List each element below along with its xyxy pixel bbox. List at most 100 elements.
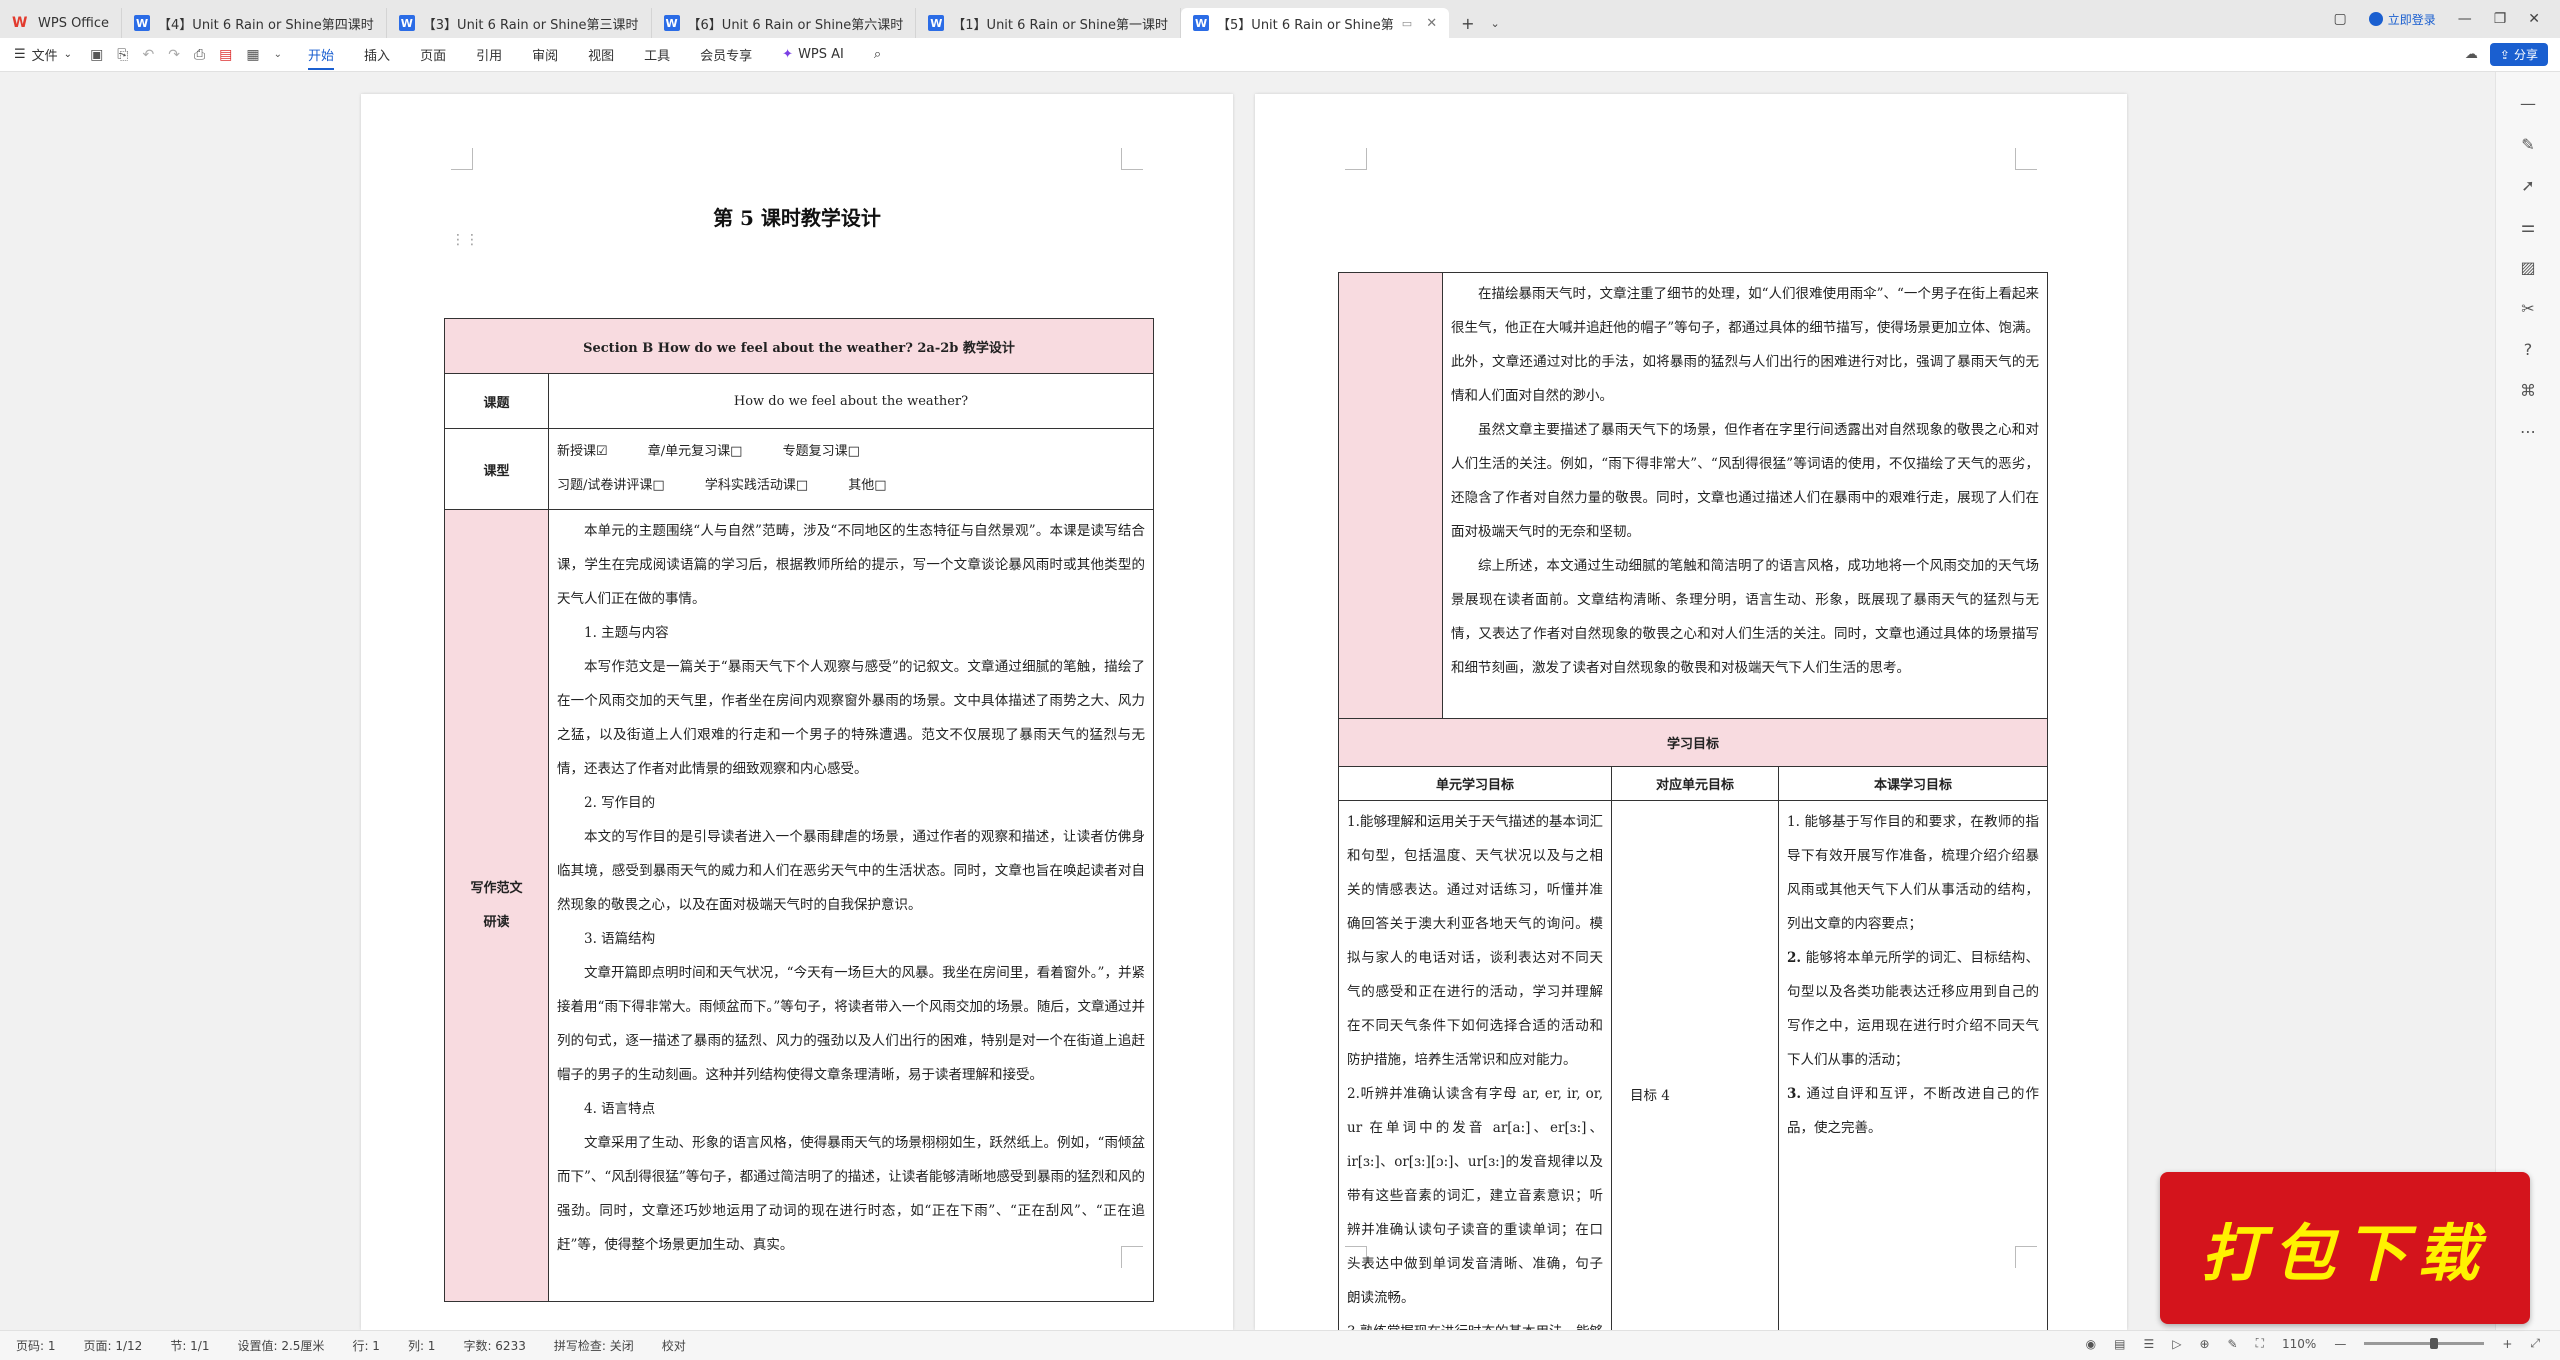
table-drag-handle-icon[interactable]: ⋮⋮ [451, 232, 479, 248]
page-view-icon[interactable]: ▤ [2114, 1337, 2125, 1351]
unit-goal-item: 2.听辨并准确认读含有字母 ar, er, ir, or, ur 在单词中的发音… [1347, 1086, 1603, 1306]
image-tool-icon[interactable]: ▨ [2520, 258, 2535, 277]
analysis-paragraph: 本写作范文是一篇关于“暴雨天气下个人观察与感受”的记叙文。文章通过细腻的笔触，描… [557, 659, 1145, 777]
lesson-goal-item: 1. 能够基于写作目的和要求，在教师的指导下有效开展写作准备，梳理介绍介绍暴风雨… [1787, 805, 2039, 941]
crop-mark [451, 148, 473, 170]
zoom-value[interactable]: 110% [2282, 1337, 2316, 1351]
save-icon[interactable]: ▣ [90, 47, 103, 63]
analysis-paragraph: 文章采用了生动、形象的语言风格，使得暴雨天气的场景栩栩如生，跃然纸上。例如，“雨… [557, 1135, 1145, 1253]
tools-wrench-icon[interactable]: ✂ [2521, 299, 2534, 318]
unit-goal-item: 1.能够理解和运用关于天气描述的基本词汇和句型，包括温度、天气状况以及与之相关的… [1347, 814, 1603, 1068]
adjust-sliders-icon[interactable]: ⚌ [2521, 217, 2535, 236]
pdf-icon[interactable]: ▤ [219, 47, 232, 63]
search-icon[interactable]: ⌕ [874, 47, 881, 62]
download-package-badge[interactable]: 打包下载 [2160, 1172, 2530, 1324]
objectives-header: 学习目标 [1338, 718, 2048, 767]
select-cursor-icon[interactable]: ➚ [2521, 176, 2534, 195]
menu-tools[interactable]: 工具 [644, 45, 670, 64]
more-tools-chevron-icon[interactable]: ⌄ [274, 49, 282, 60]
analysis-label-line: 研读 [483, 914, 510, 930]
wps-ai-button[interactable]: ✦ WPS AI [782, 47, 844, 62]
tab-document-6[interactable]: W 【6】Unit 6 Rain or Shine第六课时 [652, 8, 917, 38]
user-avatar-icon [2368, 12, 2383, 26]
outline-view-icon[interactable]: ☰ [2143, 1337, 2154, 1351]
workspace-icon[interactable]: ▢ [2333, 11, 2346, 27]
analysis-label: 写作范文 研读 [444, 509, 549, 1302]
analysis-body-continued: 在描绘暴雨天气时，文章注重了细节的处理，如“人们很难使用雨伞”、“一个男子在街上… [1442, 272, 2048, 719]
file-label: 文件 [31, 49, 58, 64]
tab-wps-office[interactable]: W WPS Office [0, 8, 123, 38]
zoom-in-icon[interactable]: + [2502, 1337, 2512, 1351]
menu-member[interactable]: 会员专享 [700, 45, 752, 64]
analysis-heading: 4. 语言特点 [584, 1101, 656, 1117]
close-tab-icon[interactable]: ✕ [1426, 16, 1437, 31]
status-words[interactable]: 字数: 6233 [463, 1337, 525, 1354]
eye-protect-icon[interactable]: ◉ [2086, 1337, 2096, 1351]
crop-mark [1121, 148, 1143, 170]
word-doc-icon: W [928, 15, 945, 31]
lesson-goal-text: 能够将本单元所学的词汇、目标结构、句型以及各类功能表达迁移应用到自己的写作之中，… [1787, 950, 2039, 1068]
edit-pen-icon[interactable]: ✎ [2521, 135, 2534, 154]
fit-page-icon[interactable]: ⛶ [2256, 1336, 2264, 1351]
status-page: 页码: 1 [16, 1339, 56, 1353]
menu-review[interactable]: 审阅 [532, 45, 558, 64]
image-icon[interactable]: ▦ [246, 47, 259, 63]
document-page-1[interactable]: ⋮⋮ 第 5 课时教学设计 Section B How do we feel a… [361, 94, 1233, 1330]
tab-list-chevron-icon[interactable]: ⌄ [1491, 17, 1500, 30]
download-badge-label: 打包下载 [2200, 1217, 2489, 1290]
lesson-goal-item: 3. 通过自评和互评，不断改进自己的作品，使之完善。 [1787, 1077, 2039, 1145]
objectives-column-header: 单元学习目标 [1338, 766, 1612, 801]
redo-icon[interactable]: ↷ [168, 47, 180, 63]
new-tab-icon[interactable]: + [1461, 14, 1474, 33]
read-mode-icon[interactable]: ▷ [2172, 1337, 2181, 1351]
tab-document-5-active[interactable]: W 【5】Unit 6 Rain or Shine第 ▭ ✕ [1181, 8, 1450, 38]
export-icon[interactable]: ⎘ [117, 47, 128, 63]
translate-icon[interactable]: ⌘ [2520, 381, 2536, 400]
tab-document-4[interactable]: W 【4】Unit 6 Rain or Shine第四课时 [122, 8, 387, 38]
zoom-slider-knob[interactable] [2430, 1338, 2439, 1349]
write-mode-icon[interactable]: ✎ [2228, 1337, 2238, 1351]
file-menu-button[interactable]: ☰ 文件 ⌄ [14, 45, 72, 64]
more-icon[interactable]: ⋯ [2520, 422, 2536, 441]
close-window-icon[interactable]: ✕ [2528, 11, 2540, 27]
undo-icon[interactable]: ↶ [143, 47, 155, 63]
menu-page[interactable]: 页面 [420, 45, 446, 64]
tab-label: WPS Office [38, 15, 110, 31]
login-button[interactable]: 立即登录 [2368, 11, 2436, 28]
lesson-design-table: Section B How do we feel about the weath… [444, 318, 1154, 1302]
monitor-icon[interactable]: ▭ [1402, 17, 1412, 30]
document-page-2[interactable]: 在描绘暴雨天气时，文章注重了细节的处理，如“人们很难使用雨伞”、“一个男子在街上… [1255, 94, 2127, 1360]
share-button[interactable]: ⇪ 分享 [2489, 43, 2548, 66]
analysis-paragraph: 虽然文章主要描述了暴雨天气下的场景，但作者在字里行间透露出对自然现象的敬畏之心和… [1451, 422, 2039, 540]
lesson-goal-number: 2. [1787, 950, 1802, 966]
menu-references[interactable]: 引用 [476, 45, 502, 64]
status-spellcheck[interactable]: 拼写检查: 关闭 [554, 1337, 634, 1354]
print-icon[interactable]: ⎙ [194, 47, 205, 63]
cloud-sync-icon[interactable]: ☁ [2465, 47, 2478, 62]
web-view-icon[interactable]: ⊕ [2199, 1337, 2209, 1351]
zoom-out-icon[interactable]: — [2334, 1337, 2346, 1351]
word-doc-icon: W [1193, 15, 1210, 31]
restore-icon[interactable]: ❐ [2494, 11, 2507, 27]
type-option: 学科实践活动课□ [704, 478, 809, 493]
tab-document-3[interactable]: W 【3】Unit 6 Rain or Shine第三课时 [387, 8, 652, 38]
fullscreen-icon[interactable]: ⤢ [2530, 1336, 2540, 1351]
minimize-icon[interactable]: — [2458, 11, 2472, 27]
status-col: 列: 1 [407, 1339, 436, 1353]
menu-home[interactable]: 开始 [308, 45, 335, 70]
help-icon[interactable]: ? [2524, 340, 2533, 359]
status-pages[interactable]: 页面: 1/12 [84, 1337, 143, 1354]
menu-view[interactable]: 视图 [588, 45, 614, 64]
document-workspace[interactable]: ⋮⋮ 第 5 课时教学设计 Section B How do we feel a… [0, 72, 2495, 1360]
status-proof[interactable]: 校对 [662, 1337, 686, 1354]
collapse-icon[interactable]: — [2520, 94, 2536, 113]
menu-insert[interactable]: 插入 [364, 45, 390, 64]
word-doc-icon: W [398, 15, 415, 31]
right-sidebar: — ✎ ➚ ⚌ ▨ ✂ ? ⌘ ⋯ [2495, 72, 2560, 1330]
zoom-slider[interactable] [2364, 1338, 2485, 1349]
lesson-goal-item: 2. 能够将本单元所学的词汇、目标结构、句型以及各类功能表达迁移应用到自己的写作… [1787, 941, 2039, 1077]
view-controls: ◉ ▤ ☰ ▷ ⊕ ✎ ⛶ 110% — + ⤢ [2086, 1336, 2540, 1351]
tab-document-1[interactable]: W 【1】Unit 6 Rain or Shine第一课时 [916, 8, 1182, 38]
status-bar: 页码: 1 页面: 1/12 节: 1/1 设置值: 2.5厘米 行: 1 列:… [0, 1330, 2560, 1360]
topic-label: 课题 [444, 373, 549, 429]
